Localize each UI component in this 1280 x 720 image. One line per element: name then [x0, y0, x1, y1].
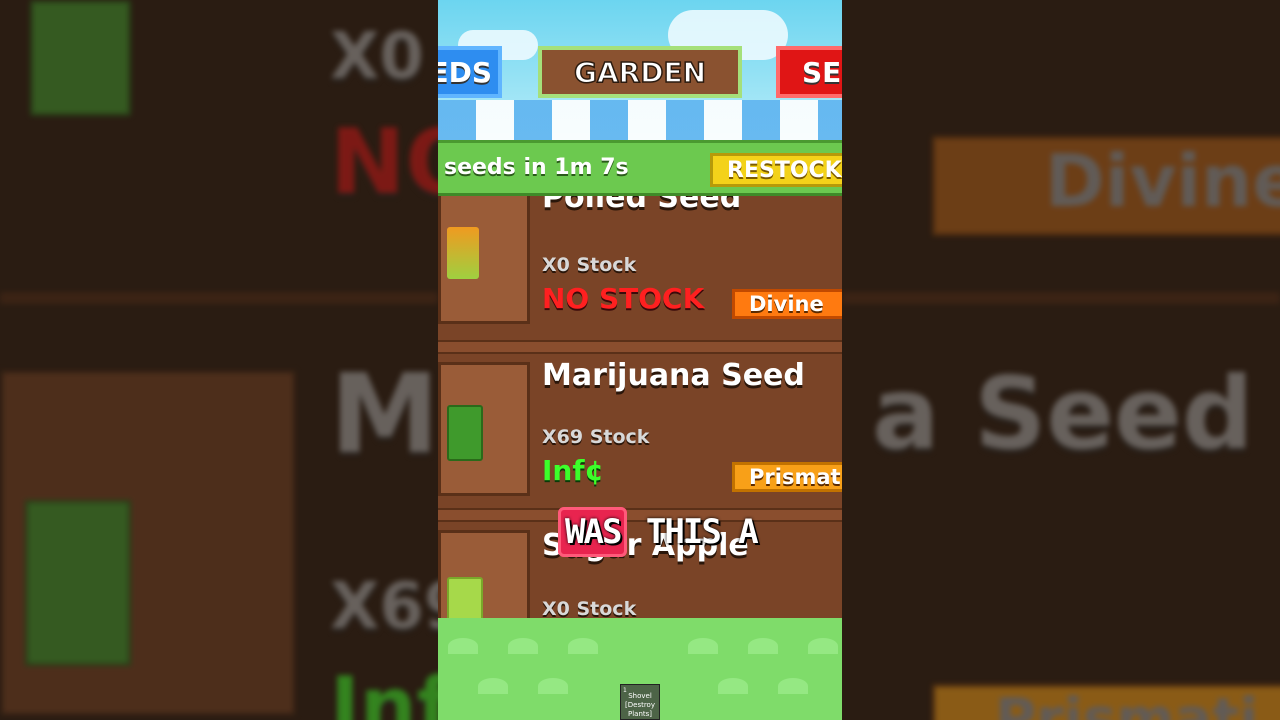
rarity-badge: Prismati [732, 462, 842, 492]
tab-garden-label: GARDEN [573, 55, 707, 90]
blur-text: a Seed [872, 355, 1254, 472]
tab-sell[interactable]: SE [776, 46, 842, 98]
blurred-background-right: Divine a Seed Prismati [842, 0, 1280, 720]
grass-stud [778, 678, 808, 694]
shop-awning [438, 100, 842, 140]
item-stock: X0 Stock [542, 254, 637, 276]
blur-separator [842, 292, 1280, 304]
item-name: Polled Seed [542, 196, 742, 215]
seed-thumbnail [438, 196, 530, 324]
item-name: Marijuana Seed [542, 358, 805, 393]
tab-seeds-label: EDS [438, 55, 492, 89]
list-item[interactable]: Marijuana Seed X69 Stock Inf¢ Prismati [438, 354, 842, 508]
tab-sell-label: SE [802, 55, 842, 89]
seed-list[interactable]: Polled Seed X0 Stock NO STOCK Divine Mar… [438, 196, 842, 620]
blur-text: X0 [330, 20, 424, 94]
caption-highlight-word: WAS [558, 507, 628, 557]
grass-stud [748, 638, 778, 654]
item-price: NO STOCK [542, 282, 705, 315]
restock-timer: seeds in 1m 7s [444, 155, 629, 180]
list-item[interactable]: Polled Seed X0 Stock NO STOCK Divine [438, 196, 842, 340]
blur-text: Inf [330, 660, 438, 720]
game-panel: EDS GARDEN SE seeds in 1m 7s RESTOCK Pol… [438, 0, 842, 720]
grass-stud [478, 678, 508, 694]
blur-rarity-badge: Divine [932, 136, 1280, 236]
seed-icon [447, 577, 483, 620]
grass-stud [448, 638, 478, 654]
grass-stud [808, 638, 838, 654]
blur-text: M [330, 350, 438, 478]
list-separator [438, 340, 842, 354]
hotbar-slot-shovel[interactable]: 1 Shovel [Destroy Plants] [620, 684, 660, 720]
hotbar-slot-number: 1 [623, 687, 627, 694]
blurred-background-left: X0 NO M X69 Inf [0, 0, 438, 720]
seed-thumbnail [438, 362, 530, 496]
tab-seeds[interactable]: EDS [438, 46, 502, 98]
rarity-badge: Divine [732, 289, 842, 319]
seed-icon [447, 227, 479, 279]
item-price: Inf¢ [542, 454, 605, 487]
video-caption: WAS THIS A [558, 507, 759, 557]
caption-text: THIS A [645, 512, 759, 552]
restock-button-label: RESTOCK [727, 157, 842, 183]
blur-rarity-badge: Prismati [932, 684, 1280, 720]
seed-block-blur [30, 0, 131, 116]
blur-text: X69 [330, 570, 438, 644]
grass-stud [568, 638, 598, 654]
restock-button[interactable]: RESTOCK [710, 153, 842, 187]
blur-text: NO [330, 110, 438, 215]
grass-stud [688, 638, 718, 654]
blur-separator [0, 292, 438, 304]
grass-stud [718, 678, 748, 694]
seed-icon [447, 405, 483, 461]
grass-stud [538, 678, 568, 694]
seed-block-blur [25, 500, 131, 666]
grass-stud [508, 638, 538, 654]
restock-bar: seeds in 1m 7s RESTOCK [438, 140, 842, 196]
seed-thumbnail [438, 530, 530, 620]
item-stock: X0 Stock [542, 598, 637, 620]
item-stock: X69 Stock [542, 426, 650, 448]
tab-garden[interactable]: GARDEN [538, 46, 742, 98]
